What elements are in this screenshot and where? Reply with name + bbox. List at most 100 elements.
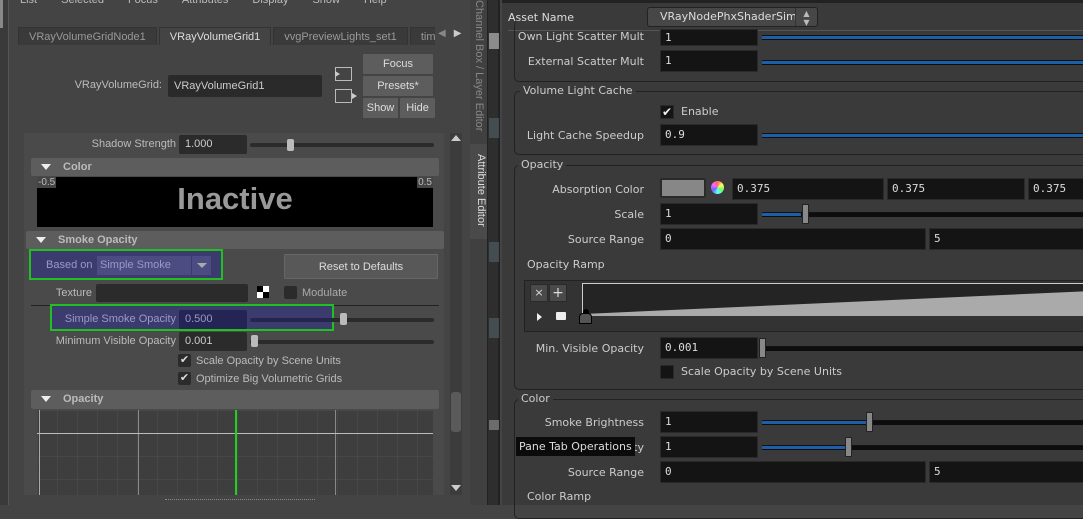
light-cache-speedup-label: Light Cache Speedup [526,129,644,142]
tab-vrayvolumegridnode1[interactable]: VRayVolumeGridNode1 [18,27,157,45]
tool-icon[interactable] [489,242,499,262]
smoke-opacity-slider-handle[interactable] [845,437,852,457]
hide-button[interactable]: Hide [400,98,435,118]
tool-icon[interactable] [489,318,499,338]
tool-icon[interactable] [489,118,499,138]
source-range-max-field[interactable]: 5 [929,228,1083,250]
light-cache-speedup-slider[interactable] [762,133,1083,138]
shadow-strength-field[interactable]: 1.000 [179,135,247,154]
opacity-section-header[interactable]: Opacity [31,390,439,409]
tab-tim[interactable]: tim [409,27,435,45]
source-range-min-field[interactable]: 0 [660,228,926,250]
scale-field[interactable]: 1 [660,203,758,225]
simple-smoke-opacity-slider-handle[interactable] [340,313,347,325]
simple-smoke-opacity-field[interactable]: 0.500 [179,310,247,329]
color-group-title: Color [518,392,553,405]
modulate-checkbox[interactable] [284,286,297,299]
smoke-opacity-slider[interactable] [762,445,1083,450]
based-on-dropdown[interactable]: Simple Smoke [97,256,211,275]
play-icon[interactable] [537,313,542,321]
external-scatter-slider[interactable] [762,60,1083,65]
external-scatter-field[interactable]: 1 [660,50,758,72]
texture-field[interactable] [96,284,248,302]
min-visible-opacity-field[interactable]: 0.001 [660,337,758,359]
channel-box-tab[interactable]: Channel Box / Layer Editor [473,0,485,140]
tab-right-arrow-icon[interactable]: ▶ [454,28,462,39]
absorption-g-field[interactable]: 0.375 [887,178,1025,200]
color-wheel-icon[interactable] [711,181,724,194]
volume-light-cache-group [514,91,1083,155]
tab-scroll-arrows: ◀ ▶ [438,28,468,39]
checker-map-icon[interactable] [257,286,269,298]
color-source-range-max-field[interactable]: 5 [929,461,1083,483]
shadow-strength-slider[interactable] [250,143,434,147]
shadow-strength-label: Shadow Strength [91,138,176,150]
absorption-color-swatch[interactable] [660,178,706,198]
output-connection-icon[interactable] [335,89,357,103]
min-visible-opacity-slider-handle[interactable] [759,338,766,358]
tool-icon[interactable] [489,33,499,49]
menu-display[interactable]: Display [252,0,288,8]
attribute-editor-tab[interactable]: Attribute Editor [470,144,487,239]
enable-checkbox[interactable]: ✔ [660,105,674,119]
shadow-strength-slider-handle[interactable] [287,139,294,151]
based-on-value: Simple Smoke [100,259,171,271]
menu-focus[interactable]: Focus [128,0,158,8]
scroll-down-arrow-icon[interactable] [451,485,461,491]
ramp-key-handle[interactable] [579,313,592,324]
smoke-opacity-field[interactable]: 1 [660,436,758,458]
menu-selected[interactable]: Selected [61,0,104,8]
focus-button[interactable]: Focus [363,54,433,74]
scroll-up-arrow-icon[interactable] [451,135,461,141]
menu-attributes[interactable]: Attributes [182,0,228,8]
min-visible-opacity-slider[interactable] [762,346,1083,351]
color-source-range-min-field[interactable]: 0 [660,461,926,483]
node-name-field[interactable]: VRayVolumeGrid1 [168,75,322,97]
reset-to-defaults-button[interactable]: Reset to Defaults [284,254,438,279]
remove-key-button[interactable]: × [530,284,548,302]
own-light-scatter-slider[interactable] [762,35,1083,40]
opacity-ramp-graph[interactable] [582,283,1083,316]
menu-bar: List Selected Focus Attributes Display S… [20,0,411,8]
left-border [0,0,9,505]
smoke-brightness-slider[interactable] [762,420,1083,425]
min-visible-opacity-slider[interactable] [250,340,434,344]
show-button[interactable]: Show [363,98,398,118]
texture-label: Texture [55,287,92,299]
collapse-triangle-icon [41,164,51,171]
own-light-scatter-field[interactable]: 1 [660,29,758,46]
absorption-b-field[interactable]: 0.375 [1028,178,1083,200]
presets-button[interactable]: Presets* [363,76,433,96]
smoke-brightness-slider-handle[interactable] [866,412,873,432]
attributes-vertical-scrollbar[interactable] [450,133,462,495]
optimize-grids-checkbox[interactable]: ✔ [178,372,191,385]
input-connection-icon[interactable] [335,67,352,81]
scale-opacity-scene-checkbox[interactable] [660,365,674,379]
tab-vvgpreviewlights-set1[interactable]: vvgPreviewLights_set1 [273,27,408,45]
scale-slider[interactable] [762,212,1083,217]
expand-ramp-icon[interactable] [556,312,566,320]
color-section-header[interactable]: Color [31,158,439,176]
menu-list[interactable]: List [20,0,37,8]
min-visible-opacity-slider-handle[interactable] [251,335,258,347]
opacity-curve-graph[interactable] [37,410,433,495]
absorption-r-field[interactable]: 0.375 [732,178,884,200]
scale-label: Scale [614,208,644,221]
tool-icon[interactable] [489,420,499,430]
light-cache-speedup-field[interactable]: 0.9 [660,124,758,146]
scale-opacity-checkbox[interactable]: ✔ [178,354,191,367]
smoke-brightness-field[interactable]: 1 [660,411,758,433]
add-key-button[interactable]: + [549,284,567,302]
min-visible-opacity-field[interactable]: 0.001 [179,332,247,351]
smoke-opacity-section-header[interactable]: Smoke Opacity [26,231,444,249]
min-visible-opacity-label: Min. Visible Opacity [535,342,644,355]
dropdown-arrow-icon[interactable] [191,256,211,275]
scrollbar-thumb[interactable] [451,392,461,432]
scale-slider-handle[interactable] [802,204,809,224]
graph-grid-line [138,410,139,495]
resize-handle[interactable] [165,499,315,500]
menu-help[interactable]: Help [364,0,387,8]
menu-show[interactable]: Show [312,0,340,8]
tab-left-arrow-icon[interactable]: ◀ [438,28,446,39]
tab-vrayvolumegrid1[interactable]: VRayVolumeGrid1 [158,27,272,45]
